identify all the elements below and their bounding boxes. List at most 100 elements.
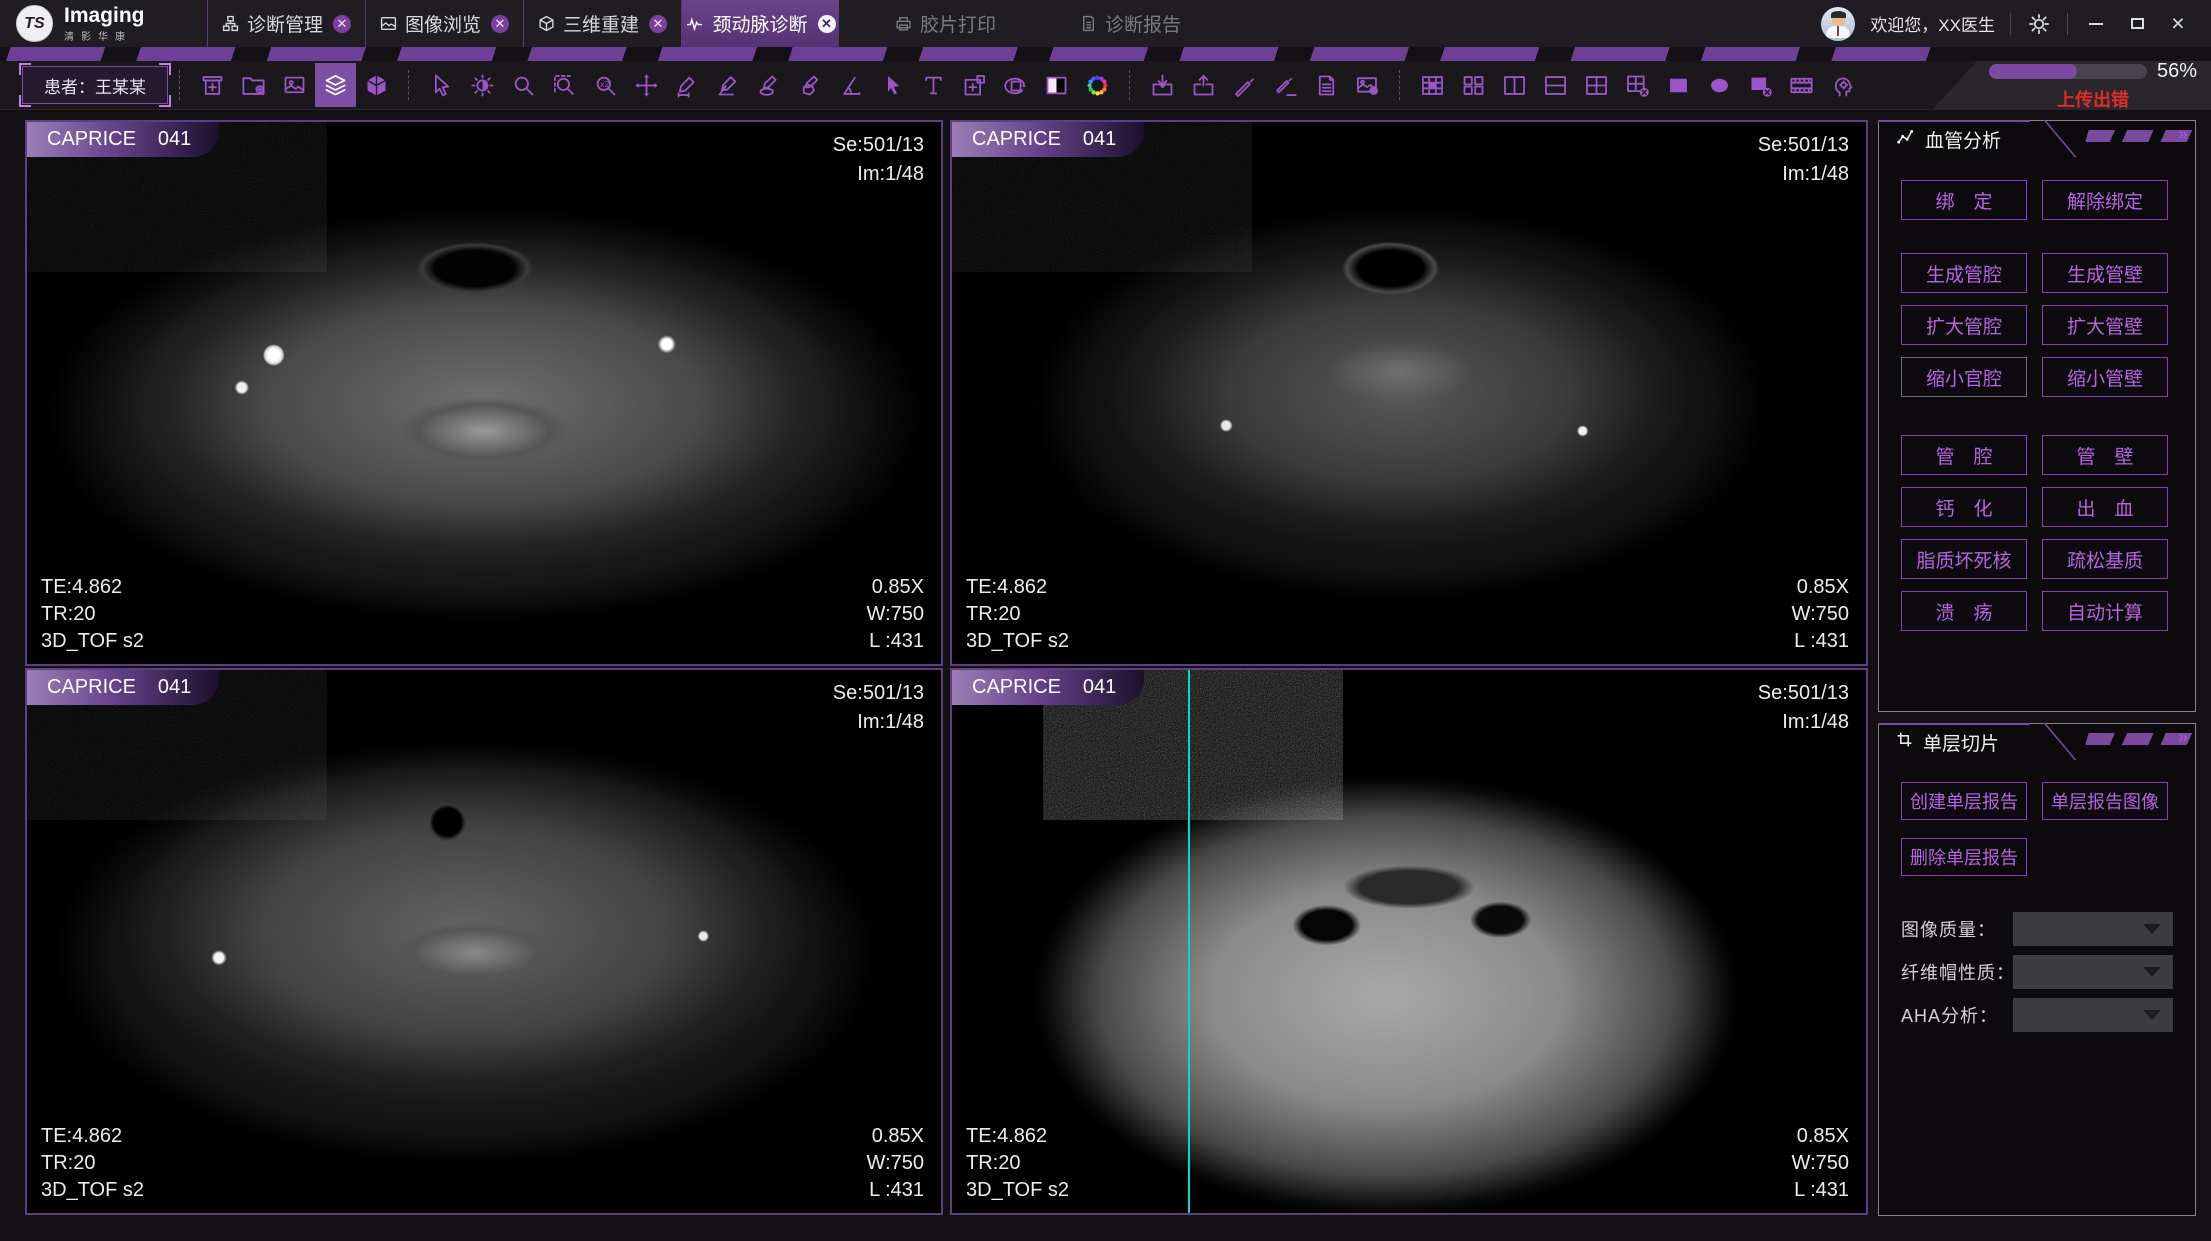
enlarge-lumen-button[interactable]: 扩大管腔 bbox=[1901, 305, 2027, 345]
bind-button[interactable]: 绑 定 bbox=[1901, 180, 2027, 220]
angle-tool-icon[interactable] bbox=[831, 63, 872, 107]
hemorrhage-button[interactable]: 出 血 bbox=[2042, 487, 2168, 527]
measure-angle-icon[interactable] bbox=[708, 63, 749, 107]
lipid-necrotic-core-button[interactable]: 脂质坏死核 bbox=[1901, 539, 2027, 579]
layers-icon[interactable] bbox=[315, 63, 356, 107]
generate-lumen-button[interactable]: 生成管腔 bbox=[1901, 253, 2027, 293]
slice-buttons: 创建单层报告 单层报告图像 删除单层报告 bbox=[1879, 761, 2195, 876]
image-quality-label: 图像质量： bbox=[1901, 916, 2013, 942]
wall-button[interactable]: 管 壁 bbox=[2042, 435, 2168, 475]
app-logo: TS Imaging 清影华康 bbox=[0, 0, 207, 47]
export-icon[interactable] bbox=[1183, 63, 1224, 107]
pan-icon[interactable] bbox=[626, 63, 667, 107]
report-doc-icon[interactable] bbox=[1306, 63, 1347, 107]
brightness-contrast-icon[interactable] bbox=[462, 63, 503, 107]
unbind-button[interactable]: 解除绑定 bbox=[2042, 180, 2168, 220]
collapse-chevron-icon[interactable]: » bbox=[2178, 727, 2186, 748]
shrink-wall-button[interactable]: 缩小管壁 bbox=[2042, 357, 2168, 397]
ulcer-button[interactable]: 溃 疡 bbox=[1901, 591, 2027, 631]
viewport-grid: CAPRICE041 Se:501/13Im:1/48 TE:4.862TR:2… bbox=[25, 120, 1868, 1216]
series-tab: CAPRICE041 bbox=[27, 670, 219, 705]
tab-label: 颈动脉诊断 bbox=[712, 10, 807, 37]
avatar[interactable] bbox=[1821, 7, 1855, 41]
toolbar-divider bbox=[179, 70, 181, 100]
crop-add-icon[interactable] bbox=[954, 63, 995, 107]
create-slice-report-button[interactable]: 创建单层报告 bbox=[1901, 782, 2027, 820]
delete-slice-report-button[interactable]: 删除单层报告 bbox=[1901, 838, 2027, 876]
viewport-top-right[interactable]: CAPRICE041 Se:501/13Im:1/48 TE:4.862TR:2… bbox=[950, 120, 1868, 666]
tab-diagnosis-management[interactable]: 诊断管理 ✕ bbox=[207, 0, 365, 47]
cube-3d-icon[interactable] bbox=[356, 63, 397, 107]
close-button[interactable]: × bbox=[2165, 11, 2191, 37]
brush-icon[interactable] bbox=[1224, 63, 1265, 107]
collapse-chevron-icon[interactable]: » bbox=[2178, 124, 2186, 145]
shrink-lumen-button[interactable]: 缩小官腔 bbox=[1901, 357, 2027, 397]
upload-status: 56% 上传出错 bbox=[1933, 61, 2211, 109]
slice-icon bbox=[1896, 731, 1913, 754]
lumen-button[interactable]: 管 腔 bbox=[1901, 435, 2027, 475]
zoom-icon[interactable] bbox=[503, 63, 544, 107]
close-tab-icon[interactable]: ✕ bbox=[649, 15, 667, 33]
ai-assist-icon[interactable] bbox=[1822, 63, 1863, 107]
tab-film-print[interactable]: 胶片打印 bbox=[867, 0, 1024, 47]
zoom-2x-icon[interactable]: x2 bbox=[585, 63, 626, 107]
tab-3d-reconstruction[interactable]: 三维重建 ✕ bbox=[523, 0, 682, 47]
tab-image-browse[interactable]: 图像浏览 ✕ bbox=[365, 0, 523, 47]
calcification-button[interactable]: 钙 化 bbox=[1901, 487, 2027, 527]
draw-ellipse-icon[interactable] bbox=[749, 63, 790, 107]
open-study-icon[interactable] bbox=[233, 63, 274, 107]
image-gallery-icon[interactable] bbox=[274, 63, 315, 107]
patient-field[interactable]: 患者：王某某 bbox=[22, 66, 168, 104]
viewport-bottom-left[interactable]: CAPRICE041 Se:501/13Im:1/48 TE:4.862TR:2… bbox=[25, 668, 943, 1215]
close-tab-icon[interactable]: ✕ bbox=[333, 15, 351, 33]
zoom-region-icon[interactable] bbox=[544, 63, 585, 107]
toolbar: 患者：王某某 x2 56% 上传出错 bbox=[0, 61, 2211, 110]
rotate-3d-icon[interactable] bbox=[995, 63, 1036, 107]
shutter-rect-icon[interactable] bbox=[1658, 63, 1699, 107]
layout-quad-icon[interactable] bbox=[1576, 63, 1617, 107]
viewport-top-left[interactable]: CAPRICE041 Se:501/13Im:1/48 TE:4.862TR:2… bbox=[25, 120, 943, 666]
cursor-select-icon[interactable] bbox=[421, 63, 462, 107]
image-quality-select[interactable] bbox=[2013, 912, 2173, 946]
aha-analysis-select[interactable] bbox=[2013, 998, 2173, 1032]
slice-report-image-button[interactable]: 单层报告图像 bbox=[2042, 782, 2168, 820]
viewport-bottom-right[interactable]: CAPRICE041 Se:501/13Im:1/48 TE:4.862TR:2… bbox=[950, 668, 1868, 1215]
image-export-icon[interactable] bbox=[1347, 63, 1388, 107]
upload-progress-track bbox=[1989, 64, 2147, 79]
close-tab-icon[interactable]: ✕ bbox=[491, 15, 509, 33]
layout-mpr-icon[interactable] bbox=[1412, 63, 1453, 107]
shutter-remove-icon[interactable] bbox=[1740, 63, 1781, 107]
minimize-button[interactable] bbox=[2083, 11, 2109, 37]
acquisition-info: TE:4.862TR:203D_TOF s2 bbox=[41, 1123, 144, 1204]
brush-line-icon[interactable] bbox=[1265, 63, 1306, 107]
crosshair-line[interactable] bbox=[1188, 670, 1190, 1213]
layout-hsplit-icon[interactable] bbox=[1535, 63, 1576, 107]
layout-remove-icon[interactable] bbox=[1617, 63, 1658, 107]
measure-line-icon[interactable] bbox=[667, 63, 708, 107]
fibrous-cap-select[interactable] bbox=[2013, 955, 2173, 989]
welcome-text: 欢迎您，XX医生 bbox=[1870, 11, 1995, 36]
layout-grid-icon[interactable] bbox=[1453, 63, 1494, 107]
generate-wall-button[interactable]: 生成管壁 bbox=[2042, 253, 2168, 293]
invert-icon[interactable] bbox=[1036, 63, 1077, 107]
import-icon[interactable] bbox=[1142, 63, 1183, 107]
cube-icon bbox=[538, 15, 555, 32]
cine-film-icon[interactable] bbox=[1781, 63, 1822, 107]
shutter-ellipse-icon[interactable] bbox=[1699, 63, 1740, 107]
color-palette-icon[interactable] bbox=[1077, 63, 1118, 107]
maximize-button[interactable] bbox=[2124, 11, 2150, 37]
tab-diagnosis-report[interactable]: 诊断报告 bbox=[1052, 0, 1209, 47]
toolbar-divider bbox=[408, 70, 410, 100]
loose-matrix-button[interactable]: 疏松基质 bbox=[2042, 539, 2168, 579]
layout-vsplit-icon[interactable] bbox=[1494, 63, 1535, 107]
text-annotation-icon[interactable] bbox=[913, 63, 954, 107]
new-exam-icon[interactable] bbox=[192, 63, 233, 107]
tab-carotid-diagnosis[interactable]: 颈动脉诊断 ✕ bbox=[682, 0, 839, 47]
aha-analysis-label: AHA分析： bbox=[1901, 1002, 2013, 1028]
pointer-icon[interactable] bbox=[872, 63, 913, 107]
draw-polygon-icon[interactable] bbox=[790, 63, 831, 107]
gear-icon[interactable] bbox=[2026, 11, 2052, 37]
close-tab-icon[interactable]: ✕ bbox=[818, 15, 836, 33]
enlarge-wall-button[interactable]: 扩大管壁 bbox=[2042, 305, 2168, 345]
auto-calc-button[interactable]: 自动计算 bbox=[2042, 591, 2168, 631]
